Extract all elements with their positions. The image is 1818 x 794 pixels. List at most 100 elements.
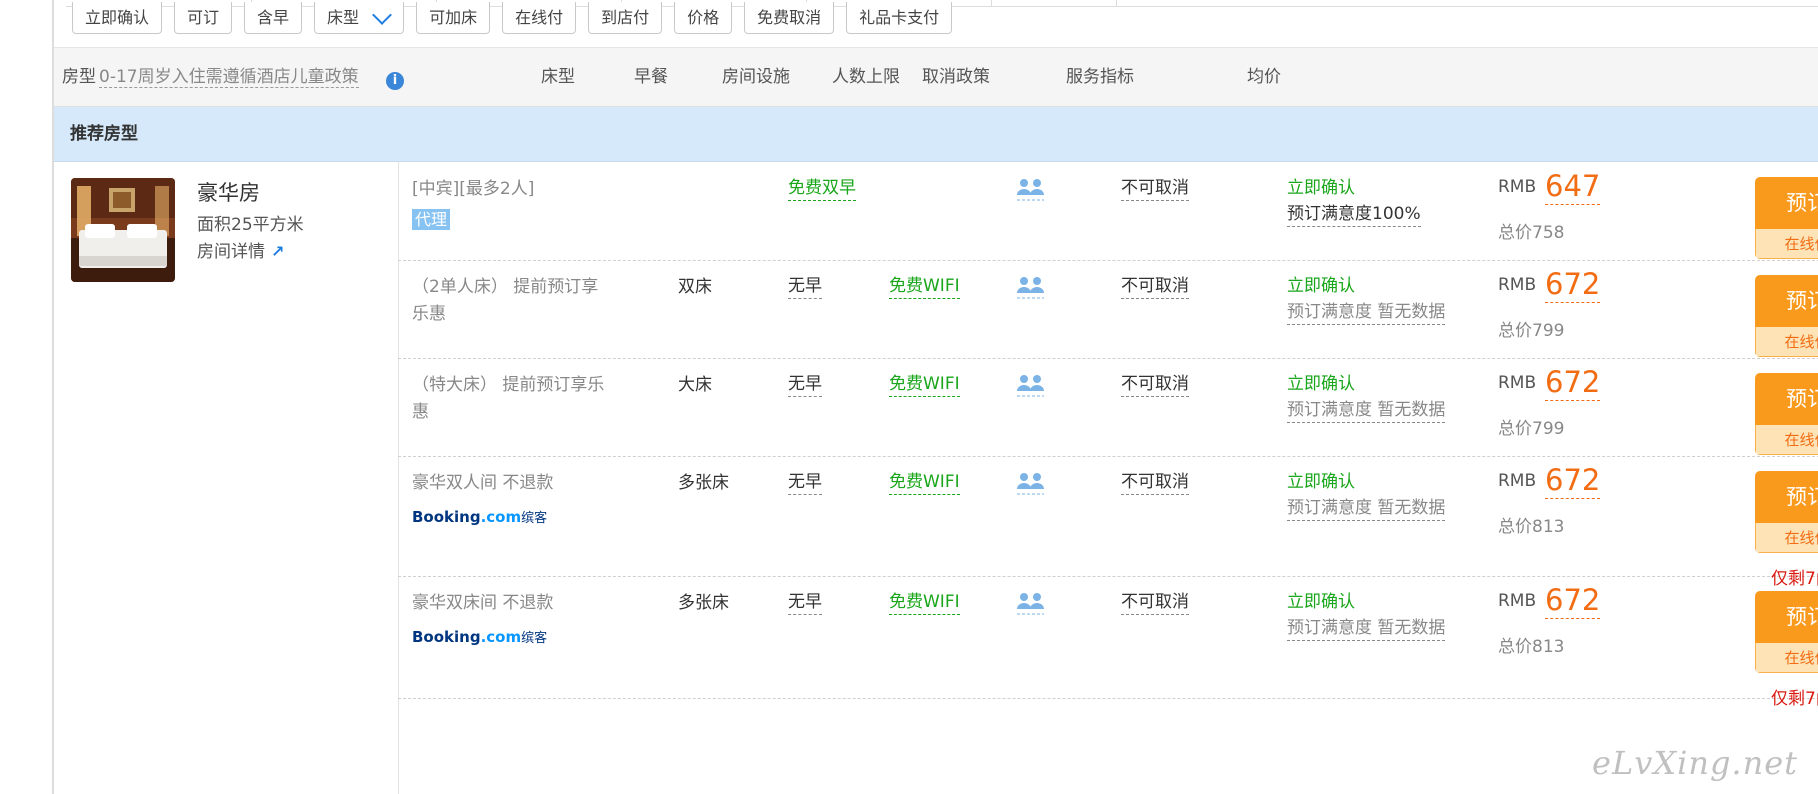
filter-label: 立即确认 [85, 7, 150, 27]
breakfast-value[interactable]: 无早 [788, 590, 822, 615]
bed-type: 多张床 [678, 593, 729, 613]
filter-label: 床型 [327, 7, 360, 27]
instant-confirm: 立即确认 [1287, 472, 1355, 492]
booking-brand: Booking [412, 628, 481, 646]
total-price: 总价813 [1498, 637, 1565, 657]
watermark: eLvXing.net [1592, 744, 1798, 782]
filter-pay-at-hotel[interactable]: 到店付 [588, 2, 663, 34]
filter-instant-confirm[interactable]: 立即确认 [72, 2, 163, 34]
hotel-room-list: 立即确认 可订 含早 床型 可加床 在线付 到店付 价格 免费取消 礼品卡支付 … [52, 0, 1818, 794]
satisfaction[interactable]: 预订满意度 暂无数据 [1287, 398, 1446, 423]
bed-type: 双床 [678, 277, 712, 297]
filter-bed-type-dropdown[interactable]: 床型 [314, 2, 405, 34]
room-name[interactable]: 豪华房 [197, 177, 260, 207]
breakfast-value[interactable]: 无早 [788, 372, 822, 397]
book-label: 预订 [1755, 471, 1818, 523]
currency: RMB [1498, 471, 1537, 491]
rate-row: [中宾][最多2人] 代理 免费双早 不可取消 立即确认 预订满意度100% RM… [398, 162, 1818, 261]
breakfast-value[interactable]: 免费双早 [788, 176, 856, 201]
wifi-facility[interactable]: 免费WIFI [889, 274, 960, 299]
pay-online-label: 在线付 [1755, 327, 1818, 357]
total-price: 总价799 [1498, 321, 1565, 341]
filter-bar: 立即确认 可订 含早 床型 可加床 在线付 到店付 价格 免费取消 礼品卡支付 [72, 2, 953, 36]
book-label: 预订 [1755, 591, 1818, 643]
rate-name-text: 豪华双床间 不退款 [412, 593, 554, 613]
rate-name: 豪华双人间 不退款 Booking.com缤客 [412, 470, 612, 529]
price[interactable]: 672 [1545, 266, 1601, 303]
book-button[interactable]: 预订在线付 [1755, 177, 1818, 259]
two-people-icon[interactable] [1016, 374, 1046, 398]
agent-badge: 代理 [412, 209, 451, 230]
filter-price[interactable]: 价格 [674, 2, 733, 34]
breakfast-value[interactable]: 无早 [788, 274, 822, 299]
book-button[interactable]: 预订在线付 [1755, 591, 1818, 673]
recommended-section: 推荐房型 [54, 107, 1818, 162]
cancel-policy[interactable]: 不可取消 [1121, 470, 1189, 495]
rate-name: 豪华双床间 不退款 Booking.com缤客 [412, 590, 612, 649]
rate-name: [中宾][最多2人] 代理 [412, 176, 612, 234]
child-policy-link[interactable]: 0-17周岁入住需遵循酒店儿童政策 [99, 67, 359, 88]
satisfaction[interactable]: 预订满意度100% [1287, 202, 1421, 227]
info-icon[interactable]: i [386, 72, 404, 90]
booking-brand: Booking [412, 508, 481, 526]
booking-dot: .com [480, 628, 522, 646]
currency: RMB [1498, 275, 1537, 295]
filter-label: 可加床 [429, 7, 478, 27]
pay-online-label: 在线付 [1755, 523, 1818, 553]
room-summary: 豪华房 面积25平方米 房间详情 ↗ [54, 162, 399, 794]
filter-bookable[interactable]: 可订 [174, 2, 233, 34]
wifi-facility[interactable]: 免费WIFI [889, 590, 960, 615]
breakfast-value[interactable]: 无早 [788, 470, 822, 495]
price[interactable]: 672 [1545, 462, 1601, 499]
bed-type: 大床 [678, 375, 712, 395]
cancel-policy[interactable]: 不可取消 [1121, 372, 1189, 397]
filter-pay-online[interactable]: 在线付 [502, 2, 577, 34]
filter-free-cancel[interactable]: 免费取消 [744, 2, 835, 34]
price[interactable]: 672 [1545, 582, 1601, 619]
two-people-icon[interactable] [1016, 592, 1046, 616]
filter-gift-card[interactable]: 礼品卡支付 [846, 2, 953, 34]
two-people-icon[interactable] [1016, 472, 1046, 496]
section-title: 推荐房型 [70, 124, 138, 144]
cancel-policy[interactable]: 不可取消 [1121, 590, 1189, 615]
room-block: 豪华房 面积25平方米 房间详情 ↗ [中宾][最多2人] 代理 免费双早 不可取消… [54, 162, 1818, 794]
pay-online-label: 在线付 [1755, 229, 1818, 259]
instant-confirm: 立即确认 [1287, 592, 1355, 612]
room-detail-label: 房间详情 [197, 242, 265, 262]
filter-label: 含早 [257, 7, 290, 27]
book-label: 预订 [1755, 275, 1818, 327]
book-button[interactable]: 预订在线付 [1755, 275, 1818, 357]
currency: RMB [1498, 373, 1537, 393]
currency: RMB [1498, 177, 1537, 197]
filter-breakfast[interactable]: 含早 [244, 2, 303, 34]
pay-online-label: 在线付 [1755, 425, 1818, 455]
instant-confirm: 立即确认 [1287, 276, 1355, 296]
cancel-policy[interactable]: 不可取消 [1121, 274, 1189, 299]
price[interactable]: 647 [1545, 168, 1601, 205]
room-photo[interactable] [71, 178, 175, 282]
satisfaction[interactable]: 预订满意度 暂无数据 [1287, 300, 1446, 325]
two-people-icon[interactable] [1016, 178, 1046, 202]
pay-online-label: 在线付 [1755, 643, 1818, 673]
price[interactable]: 672 [1545, 364, 1601, 401]
wifi-facility[interactable]: 免费WIFI [889, 372, 960, 397]
header-bed: 床型 [541, 67, 575, 87]
chevron-down-icon [372, 4, 392, 25]
filter-extra-bed[interactable]: 可加床 [416, 2, 491, 34]
rate-name: （2单人床） 提前预订享乐惠 [412, 277, 599, 324]
total-price: 总价758 [1498, 223, 1565, 243]
satisfaction[interactable]: 预订满意度 暂无数据 [1287, 616, 1446, 641]
satisfaction[interactable]: 预订满意度 暂无数据 [1287, 496, 1446, 521]
external-arrow-icon: ↗ [271, 242, 285, 261]
cancel-policy[interactable]: 不可取消 [1121, 176, 1189, 201]
rate-name-text: [中宾][最多2人] [412, 179, 535, 199]
book-button[interactable]: 预订在线付 [1755, 373, 1818, 455]
two-people-icon[interactable] [1016, 276, 1046, 300]
wifi-facility[interactable]: 免费WIFI [889, 470, 960, 495]
room-detail-link[interactable]: 房间详情 ↗ [197, 237, 284, 262]
header-avg-price: 均价 [1247, 67, 1281, 87]
filter-label: 可订 [187, 7, 220, 27]
currency: RMB [1498, 591, 1537, 611]
room-area: 面积25平方米 [197, 215, 304, 235]
book-button[interactable]: 预订在线付 [1755, 471, 1818, 553]
